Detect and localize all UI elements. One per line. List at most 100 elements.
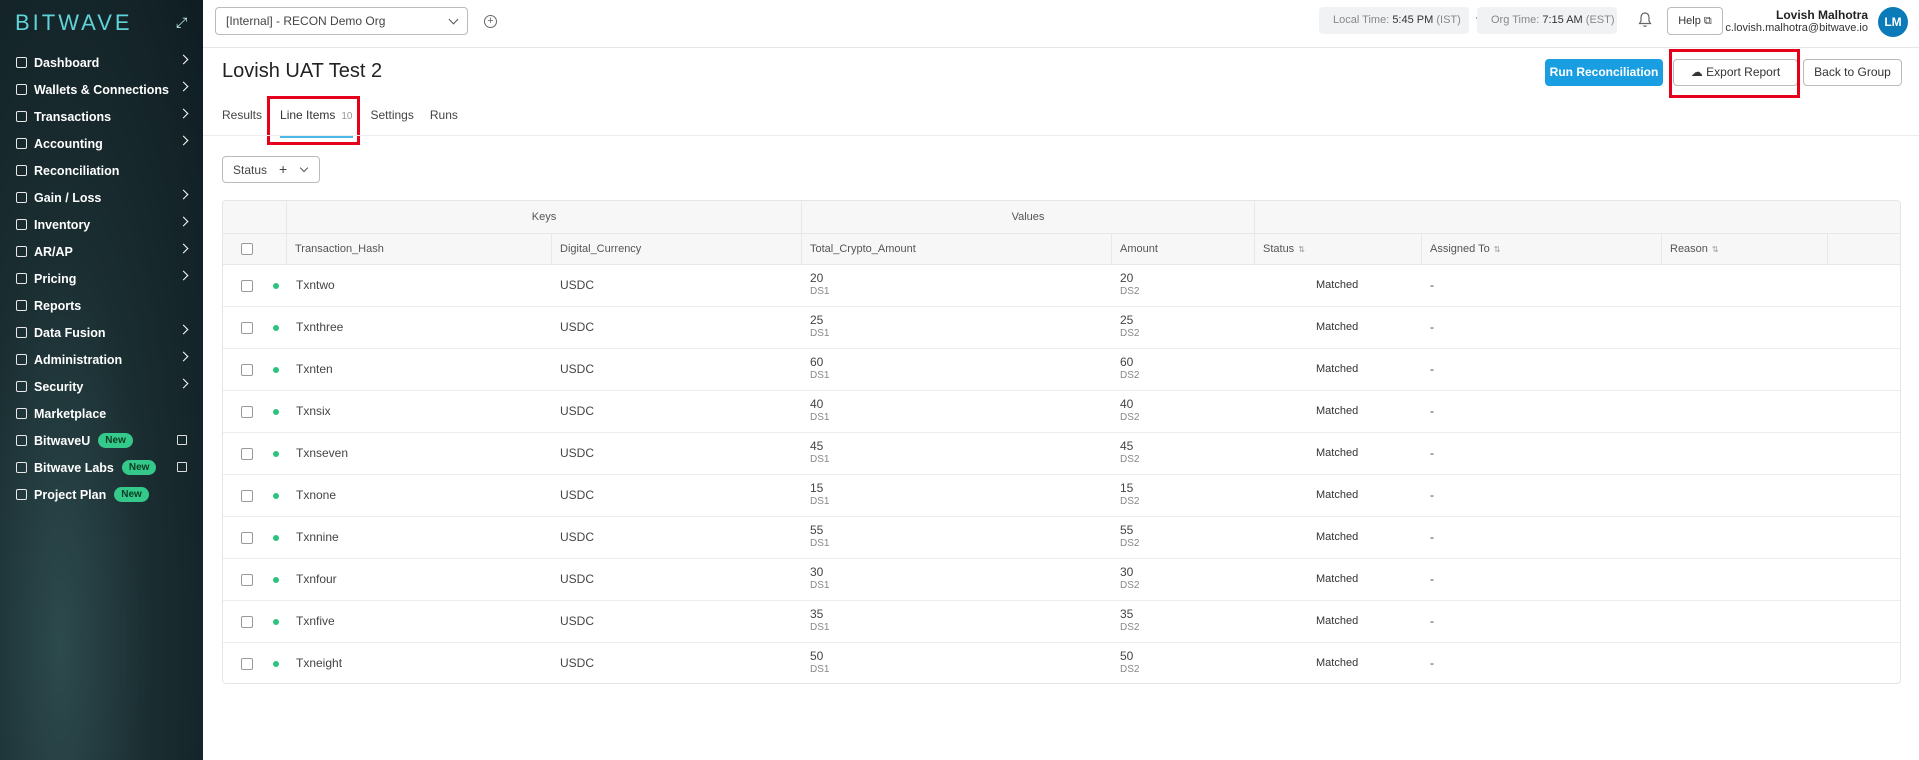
- bell-icon[interactable]: [1638, 12, 1652, 28]
- header-assigned-to[interactable]: Assigned To ⇅: [1422, 234, 1662, 265]
- cell-transaction-hash: Txnfive: [296, 614, 335, 628]
- status-dot: [273, 577, 279, 583]
- sidebar-item-accounting[interactable]: Accounting: [0, 130, 203, 157]
- cell-status: Matched: [1316, 489, 1359, 501]
- cell-assigned-to[interactable]: -: [1430, 530, 1434, 544]
- source: DS1: [810, 454, 830, 465]
- table-row[interactable]: Txneight USDC 50 DS1 50 DS2 Matched -: [223, 643, 1900, 683]
- sidebar-item-dashboard[interactable]: Dashboard: [0, 49, 203, 76]
- cell-total-crypto-amount: 40 DS1: [810, 397, 829, 423]
- sidebar-item-data-fusion[interactable]: Data Fusion: [0, 319, 203, 346]
- cell-assigned-to[interactable]: -: [1430, 572, 1434, 586]
- source: DS2: [1120, 538, 1140, 549]
- sidebar-item-transactions[interactable]: Transactions: [0, 103, 203, 130]
- cell-assigned-to[interactable]: -: [1430, 446, 1434, 460]
- select-all-checkbox[interactable]: [241, 243, 253, 255]
- cell-status: Matched: [1316, 405, 1359, 417]
- cell-assigned-to[interactable]: -: [1430, 362, 1434, 376]
- table-row[interactable]: Txntwo USDC 20 DS1 20 DS2 Matched -: [223, 265, 1900, 307]
- sidebar-item-label: Gain / Loss: [34, 190, 102, 205]
- table-row[interactable]: Txnten USDC 60 DS1 60 DS2 Matched -: [223, 349, 1900, 391]
- cell-status: Matched: [1316, 447, 1359, 459]
- value: 25: [1120, 313, 1134, 327]
- table-row[interactable]: Txnthree USDC 25 DS1 25 DS2 Matched -: [223, 307, 1900, 349]
- row-checkbox[interactable]: [241, 448, 253, 460]
- table-row[interactable]: Txnfour USDC 30 DS1 30 DS2 Matched -: [223, 559, 1900, 601]
- header-digital-currency[interactable]: Digital_Currency: [552, 234, 802, 265]
- value: 60: [1120, 355, 1134, 369]
- value: 50: [810, 649, 824, 663]
- sidebar-item-gain-loss[interactable]: Gain / Loss: [0, 184, 203, 211]
- cell-digital-currency: USDC: [560, 614, 595, 628]
- table-row[interactable]: Txnseven USDC 45 DS1 45 DS2 Matched -: [223, 433, 1900, 475]
- sidebar-item-pricing[interactable]: Pricing: [0, 265, 203, 292]
- row-checkbox[interactable]: [241, 280, 253, 292]
- sidebar-item-marketplace[interactable]: Marketplace: [0, 400, 203, 427]
- header-amount[interactable]: Amount: [1112, 234, 1255, 265]
- cell-assigned-to[interactable]: -: [1430, 656, 1434, 670]
- row-checkbox[interactable]: [241, 322, 253, 334]
- row-checkbox[interactable]: [241, 574, 253, 586]
- row-checkbox[interactable]: [241, 406, 253, 418]
- help-button[interactable]: Help ⧉: [1667, 7, 1723, 35]
- cell-assigned-to[interactable]: -: [1430, 614, 1434, 628]
- cell-assigned-to[interactable]: -: [1430, 488, 1434, 502]
- header-reason[interactable]: Reason ⇅: [1662, 234, 1828, 265]
- row-checkbox[interactable]: [241, 364, 253, 376]
- header-total-crypto-amount[interactable]: Total_Crypto_Amount: [802, 234, 1112, 265]
- sidebar-item-wallets-connections[interactable]: Wallets & Connections: [0, 76, 203, 103]
- sidebar-item-security[interactable]: Security: [0, 373, 203, 400]
- cell-digital-currency: USDC: [560, 362, 595, 376]
- cell-amount: 60 DS2: [1120, 355, 1139, 381]
- cell-assigned-to[interactable]: -: [1430, 278, 1434, 292]
- status-filter-label: Status: [233, 163, 268, 177]
- line-items-table: Keys Values Transaction_Hash Digital_Cur…: [222, 200, 1901, 684]
- cell-assigned-to[interactable]: -: [1430, 320, 1434, 334]
- value: 15: [810, 481, 824, 495]
- sidebar-item-reconciliation[interactable]: Reconciliation: [0, 157, 203, 184]
- cell-transaction-hash: Txnfour: [296, 572, 337, 586]
- sidebar-item-label: Security: [34, 379, 84, 394]
- chevron-down-icon: [448, 14, 459, 25]
- table-row[interactable]: Txnfive USDC 35 DS1 35 DS2 Matched -: [223, 601, 1900, 643]
- nav-icon: [16, 219, 27, 230]
- run-reconciliation-button[interactable]: Run Reconciliation: [1545, 59, 1663, 86]
- sidebar-item-inventory[interactable]: Inventory: [0, 211, 203, 238]
- bitwave-logo[interactable]: BITWAVE: [15, 10, 133, 36]
- sidebar-item-reports[interactable]: Reports: [0, 292, 203, 319]
- sidebar-item-administration[interactable]: Administration: [0, 346, 203, 373]
- cell-digital-currency: USDC: [560, 488, 595, 502]
- cell-total-crypto-amount: 15 DS1: [810, 481, 829, 507]
- cell-digital-currency: USDC: [560, 278, 595, 292]
- header-status[interactable]: Status ⇅: [1255, 234, 1422, 265]
- add-org-icon[interactable]: +: [484, 15, 497, 28]
- sidebar-item-bitwave-labs[interactable]: Bitwave Labs New: [0, 454, 203, 481]
- nav-icon: [16, 192, 27, 203]
- expand-icon[interactable]: ⤢: [176, 14, 192, 30]
- sidebar-item-ar-ap[interactable]: AR/AP: [0, 238, 203, 265]
- avatar[interactable]: LM: [1878, 7, 1908, 37]
- local-time-select[interactable]: Local Time: 5:45 PM (IST): [1319, 7, 1485, 34]
- local-tz: (IST): [1436, 14, 1461, 26]
- nav-icon: [16, 246, 27, 257]
- cell-assigned-to[interactable]: -: [1430, 404, 1434, 418]
- table-row[interactable]: Txnsix USDC 40 DS1 40 DS2 Matched -: [223, 391, 1900, 433]
- row-checkbox[interactable]: [241, 490, 253, 502]
- value: 15: [1120, 481, 1134, 495]
- header-transaction-hash[interactable]: Transaction_Hash: [287, 234, 552, 265]
- sidebar-item-label: Pricing: [34, 271, 77, 286]
- back-to-group-button[interactable]: Back to Group: [1803, 59, 1902, 86]
- sidebar-item-project-plan[interactable]: Project Plan New: [0, 481, 203, 508]
- tab-settings[interactable]: Settings: [371, 108, 426, 138]
- status-filter[interactable]: Status +: [222, 156, 320, 183]
- sidebar-item-bitwaveu[interactable]: BitwaveU New: [0, 427, 203, 454]
- row-checkbox[interactable]: [241, 616, 253, 628]
- table-row[interactable]: Txnnine USDC 55 DS1 55 DS2 Matched -: [223, 517, 1900, 559]
- table-row[interactable]: Txnone USDC 15 DS1 15 DS2 Matched -: [223, 475, 1900, 517]
- new-badge: New: [121, 460, 157, 475]
- row-checkbox[interactable]: [241, 658, 253, 670]
- tab-runs[interactable]: Runs: [430, 108, 470, 138]
- row-checkbox[interactable]: [241, 532, 253, 544]
- org-select[interactable]: [Internal] - RECON Demo Org: [215, 7, 468, 35]
- cell-amount: 40 DS2: [1120, 397, 1139, 423]
